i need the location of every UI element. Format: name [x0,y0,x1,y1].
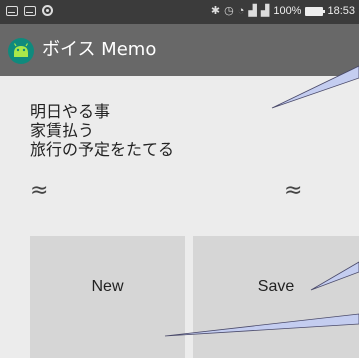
mail-icon [24,5,36,16]
memo-line: 家賃払う [30,121,95,140]
battery-icon [305,6,326,16]
save-button[interactable]: Save [193,236,359,358]
app-bar: ボイス Memo [0,24,359,76]
mail-icon [6,5,18,16]
status-notifications [6,5,53,16]
wave-symbol-right: ≈ [284,178,303,203]
memo-line: 旅行の予定をたてる [30,140,175,159]
bluetooth-icon: ✱ [210,5,221,17]
new-button[interactable]: New [30,236,185,358]
wave-symbol-left: ≈ [30,178,49,203]
status-bar: ✱ ◷ ◔ ▟ ▟ 100% 18:53 [0,0,359,24]
record-icon [42,5,53,16]
app-title: ボイス Memo [42,39,157,60]
android-icon [8,38,34,64]
battery-percent: 100% [273,5,302,17]
clock: 18:53 [327,5,355,17]
status-system: ✱ ◷ ◔ ▟ ▟ 100% 18:53 [211,5,355,17]
wave-row: ≈ ≈ [30,176,359,212]
wifi-icon: ◔ [237,5,245,17]
signal-icon: ▟ [248,5,257,17]
alarm-icon: ◷ [224,5,234,17]
memo-line: 明日やる事 [30,102,111,121]
memo-text[interactable]: 明日やる事 家賃払う 旅行の予定をたてる [30,102,174,159]
signal-icon: ▟ [260,5,270,17]
